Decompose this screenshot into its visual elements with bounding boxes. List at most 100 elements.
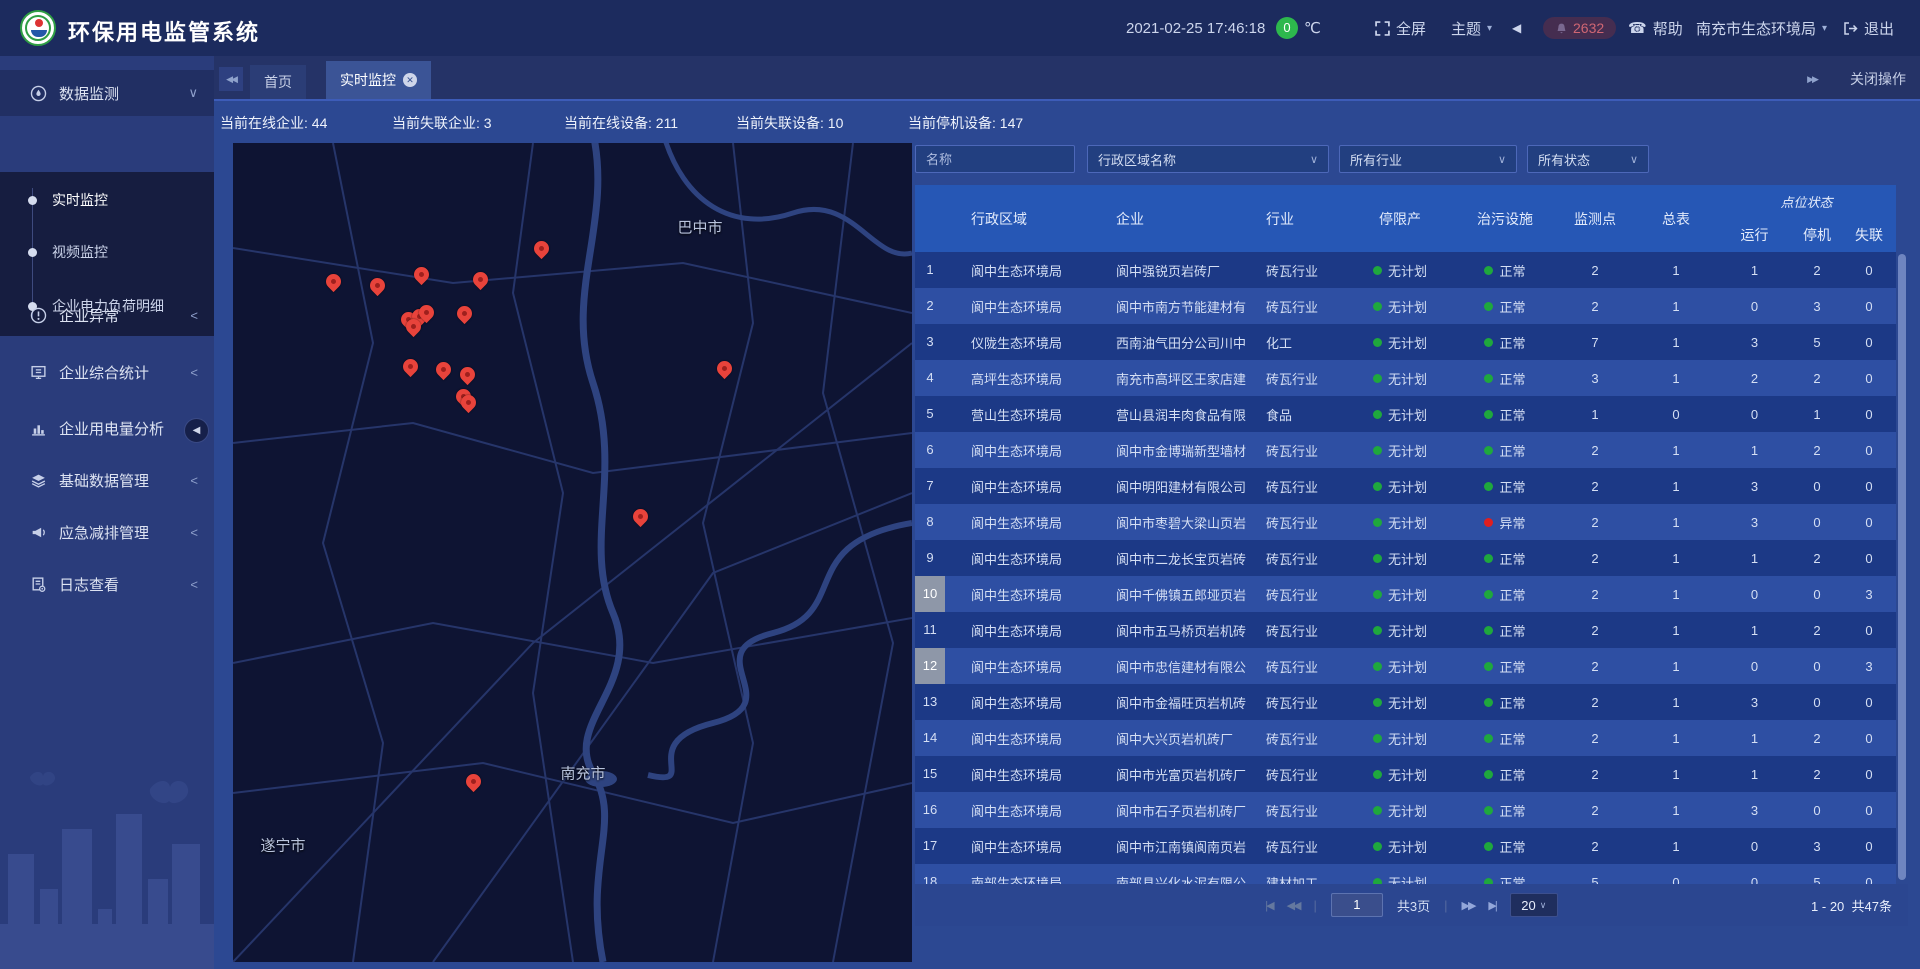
region-select[interactable]: 行政区域名称∨ [1087,145,1329,173]
table-row[interactable]: 17阆中生态环境局阆中市江南镇阆南页岩砖瓦行业无计划正常21030 [915,828,1896,864]
cell-run: 0 [1717,576,1792,612]
table-row[interactable]: 6阆中生态环境局阆中市金博瑞新型墙材砖瓦行业无计划正常21120 [915,432,1896,468]
cell-monitor: 2 [1555,792,1635,828]
cell-company: 阆中市金博瑞新型墙材 [1110,432,1260,468]
sidebar-item-log-view[interactable]: 日志查看 < [0,561,214,607]
page-size-select[interactable]: 20 ∨ [1510,893,1558,917]
table-row[interactable]: 8阆中生态环境局阆中市枣碧大梁山页岩砖瓦行业无计划异常21300 [915,504,1896,540]
cell-run: 0 [1717,864,1792,884]
status-dot-icon [1484,410,1493,419]
name-search-input[interactable] [915,145,1075,173]
table-row[interactable]: 13阆中生态环境局阆中市金福旺页岩机砖砖瓦行业无计划正常21300 [915,684,1896,720]
table-row[interactable]: 10阆中生态环境局阆中千佛镇五郎垭页岩砖瓦行业无计划正常21003 [915,576,1896,612]
cell-stop: 无计划 [1345,396,1455,432]
notification-badge[interactable]: 2632 [1543,0,1616,56]
cell-run: 1 [1717,540,1792,576]
cell-company: 阆中市石子页岩机砖厂 [1110,792,1260,828]
cell-industry: 砖瓦行业 [1260,612,1345,648]
logout-button[interactable]: 退出 [1843,0,1894,56]
cell-run: 2 [1717,360,1792,396]
cell-industry: 砖瓦行业 [1260,360,1345,396]
tab-close-icon[interactable]: ✕ [403,73,417,87]
table-row[interactable]: 15阆中生态环境局阆中市光富页岩机砖厂砖瓦行业无计划正常21120 [915,756,1896,792]
cell-region: 阆中生态环境局 [965,612,1110,648]
app-title: 环保用电监管系统 [68,15,260,47]
page-number-input[interactable]: 1 [1331,893,1383,917]
cell-halt: 2 [1792,540,1842,576]
cell-total: 0 [1635,396,1717,432]
cell-total: 1 [1635,576,1717,612]
table-row[interactable]: 9阆中生态环境局阆中市二龙长宝页岩砖砖瓦行业无计划正常21120 [915,540,1896,576]
sidebar-collapse-button[interactable]: ◀ [184,418,209,443]
bullet-dot-icon [28,196,37,205]
table-scrollbar[interactable] [1898,254,1906,880]
map-city-label: 南充市 [560,763,605,784]
cell-halt: 0 [1792,648,1842,684]
col-run: 运行 [1717,218,1792,252]
table-row[interactable]: 1阆中生态环境局阆中强锐页岩砖厂砖瓦行业无计划正常21120 [915,252,1896,288]
cell-halt: 1 [1792,396,1842,432]
row-index: 4 [915,360,945,396]
help-button[interactable]: ☎ 帮助 [1628,0,1683,56]
sidebar-item-company-statistics[interactable]: 企业综合统计 < [0,349,214,395]
cell-company: 西南油气田分公司川中 [1110,324,1260,360]
status-select[interactable]: 所有状态∨ [1527,145,1649,173]
tab-bar: ◀◀ 首页 实时监控 ✕ ▶▶ 关闭操作 [214,56,1920,101]
tab-home[interactable]: 首页 [250,65,306,99]
cell-stop: 无计划 [1345,504,1455,540]
tabs-scroll-right-button[interactable]: ▶▶ [1800,67,1824,91]
map-roads [233,143,912,962]
table-body: 1阆中生态环境局阆中强锐页岩砖厂砖瓦行业无计划正常211202阆中生态环境局阆中… [915,252,1896,884]
next-page-button[interactable]: ▶▶ [1462,899,1475,912]
table-row[interactable]: 14阆中生态环境局阆中大兴页岩机砖厂砖瓦行业无计划正常21120 [915,720,1896,756]
row-index: 13 [915,684,945,720]
map-panel[interactable]: 巴中市南充市遂宁市 [233,143,912,962]
stat-item: 当前失联企业: 3 [392,113,558,133]
theme-dropdown[interactable]: 主题▾ [1451,0,1492,56]
mute-button[interactable]: ◀ [1512,0,1521,56]
table-row[interactable]: 7阆中生态环境局阆中明阳建材有限公司砖瓦行业无计划正常21300 [915,468,1896,504]
fullscreen-button[interactable]: 全屏 [1375,0,1426,56]
table-row[interactable]: 5营山生态环境局营山县润丰肉食品有限食品无计划正常10010 [915,396,1896,432]
cell-total: 1 [1635,648,1717,684]
cell-lost: 0 [1842,792,1896,828]
cell-industry: 化工 [1260,324,1345,360]
sidebar-item-realtime-monitor[interactable]: 实时监控 [0,190,214,210]
tab-realtime-monitor[interactable]: 实时监控 ✕ [326,61,431,99]
cell-lost: 3 [1842,576,1896,612]
cell-no: 13 [915,684,965,720]
tabs-scroll-left-button[interactable]: ◀◀ [219,67,243,91]
cell-run: 3 [1717,324,1792,360]
cell-lost: 0 [1842,252,1896,288]
close-operations-button[interactable]: 关闭操作 [1850,69,1906,89]
col-group-point-status: 点位状态 运行 停机 失联 [1717,185,1896,252]
table-row[interactable]: 2阆中生态环境局阆中市南方节能建材有砖瓦行业无计划正常21030 [915,288,1896,324]
last-page-button[interactable]: ▶| [1488,899,1495,912]
sidebar-item-data-monitor[interactable]: 数据监测 ∨ [0,70,214,116]
sidebar-item-power-analysis[interactable]: 企业用电量分析 < [0,405,214,451]
cell-lost: 0 [1842,720,1896,756]
sidebar-item-company-abnormal[interactable]: 企业异常 < [0,292,214,338]
table-row[interactable]: 18南部生态环境局南部县兴化水泥有限公建材加工无计划正常50050 [915,864,1896,884]
table-row[interactable]: 4高坪生态环境局南充市高坪区王家店建砖瓦行业无计划正常31220 [915,360,1896,396]
table-row[interactable]: 11阆中生态环境局阆中市五马桥页岩机砖砖瓦行业无计划正常21120 [915,612,1896,648]
cell-region: 阆中生态环境局 [965,756,1110,792]
prev-page-button[interactable]: ◀◀ [1287,899,1300,912]
cell-stop: 无计划 [1345,792,1455,828]
table-row[interactable]: 12阆中生态环境局阆中市忠信建材有限公砖瓦行业无计划正常21003 [915,648,1896,684]
sidebar-item-base-data[interactable]: 基础数据管理 < [0,457,214,503]
cell-monitor: 1 [1555,396,1635,432]
cell-lost: 0 [1842,396,1896,432]
org-dropdown[interactable]: 南充市生态环境局▾ [1696,0,1827,56]
cell-no: 18 [915,864,965,884]
first-page-button[interactable]: |◀ [1265,899,1272,912]
cell-stop: 无计划 [1345,612,1455,648]
table-row[interactable]: 16阆中生态环境局阆中市石子页岩机砖厂砖瓦行业无计划正常21300 [915,792,1896,828]
cell-total: 1 [1635,756,1717,792]
industry-select[interactable]: 所有行业∨ [1339,145,1517,173]
sidebar-item-video-monitor[interactable]: 视频监控 [0,242,214,262]
cell-lost: 0 [1842,468,1896,504]
sidebar-item-emergency-reduction[interactable]: 应急减排管理 < [0,509,214,555]
table-row[interactable]: 3仪陇生态环境局西南油气田分公司川中化工无计划正常71350 [915,324,1896,360]
cell-company: 阆中市光富页岩机砖厂 [1110,756,1260,792]
